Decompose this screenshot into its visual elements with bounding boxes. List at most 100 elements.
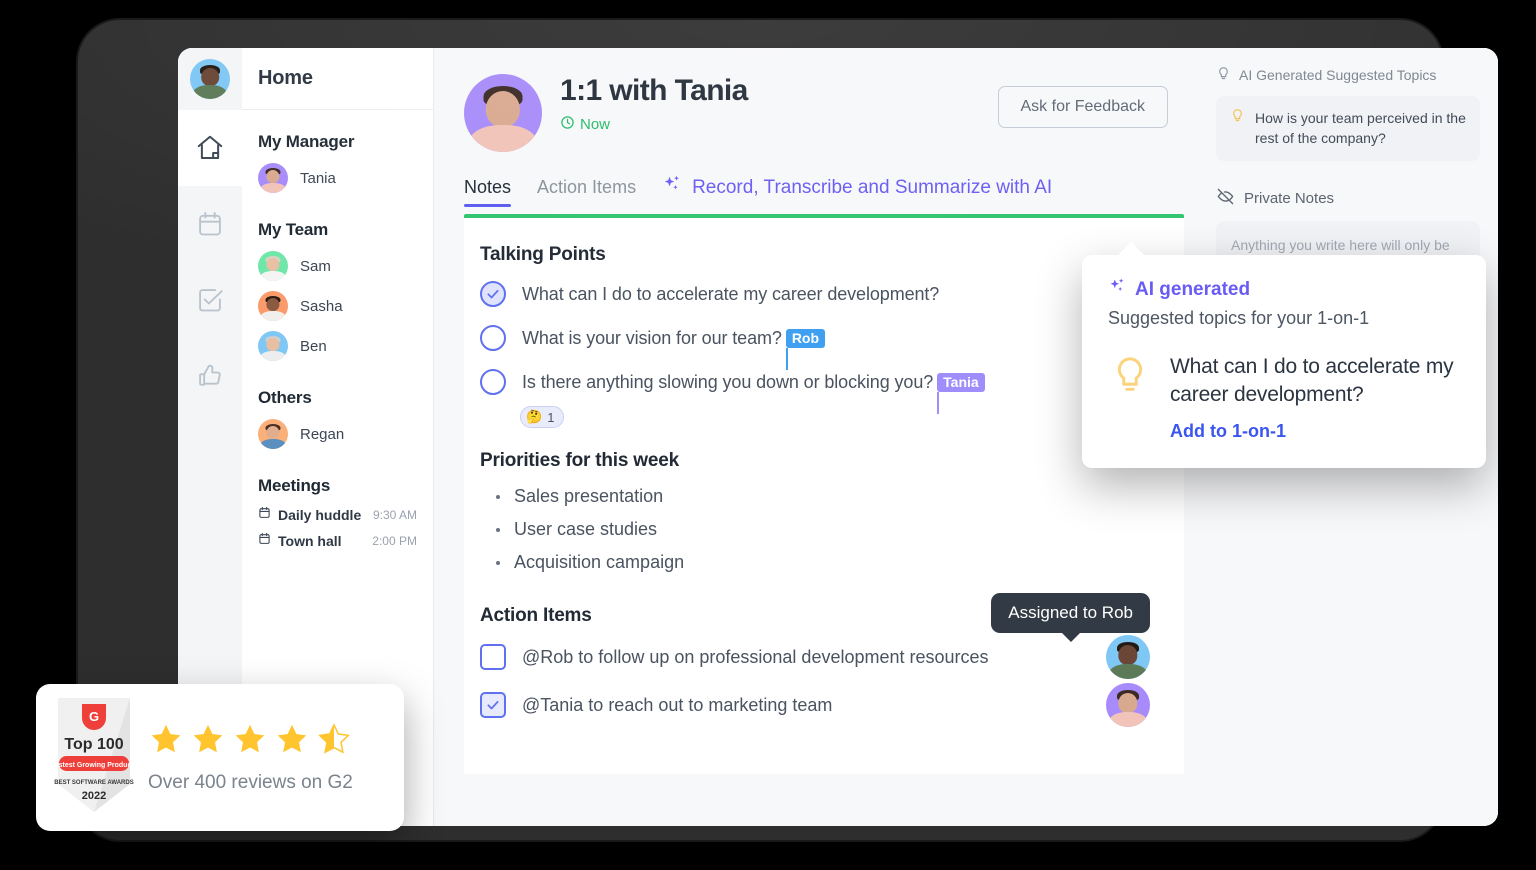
talking-point-checkbox[interactable]: [480, 281, 506, 307]
talking-point-checkbox[interactable]: [480, 325, 506, 351]
list-item[interactable]: Sales presentation: [480, 480, 1160, 513]
cursor-label: Tania: [937, 372, 985, 392]
sidebar-person-sam[interactable]: Sam: [258, 246, 433, 286]
sidebar-person-label: Sasha: [300, 297, 343, 315]
rail-item-home[interactable]: [178, 110, 242, 186]
cursor-label: Rob: [785, 328, 826, 348]
lightbulb-icon: [1108, 353, 1152, 402]
ai-suggestion-item[interactable]: How is your team perceived in the rest o…: [1216, 96, 1480, 161]
meeting-label: Town hall: [278, 533, 342, 549]
action-item-text: @Tania to reach out to marketing team: [522, 694, 833, 715]
record-transcribe-ai-link[interactable]: Record, Transcribe and Summarize with AI: [662, 174, 1052, 210]
reaction-count: 1: [547, 409, 555, 425]
lightbulb-icon: [1230, 108, 1245, 149]
status-label: Now: [580, 116, 611, 133]
sidebar-section-title: Meetings: [258, 476, 331, 495]
priority-text: Sales presentation: [514, 486, 664, 506]
collaborator-cursor-tania: Tania: [937, 372, 985, 414]
talking-point-text: Is there anything slowing you down or bl…: [522, 371, 934, 392]
sidebar-person-label: Ben: [300, 337, 327, 355]
add-to-1on1-button[interactable]: Add to 1-on-1: [1170, 421, 1460, 442]
g2-badge: G Top 100 Fastest Growing Products BEST …: [50, 696, 138, 819]
meeting-avatar: [464, 74, 542, 152]
sidebar-person-regan[interactable]: Regan: [258, 414, 433, 454]
ai-suggestion-popover: AI generated Suggested topics for your 1…: [1082, 241, 1486, 469]
action-item-row[interactable]: @Tania to reach out to marketing team: [480, 681, 1160, 729]
sidebar-person-label: Tania: [300, 169, 336, 187]
rail-item-calendar[interactable]: [178, 186, 242, 262]
star-half-icon: [316, 721, 352, 762]
popover-question: What can I do to accelerate my career de…: [1170, 355, 1454, 406]
meeting-label: Daily huddle: [278, 507, 362, 523]
ai-link-label: Record, Transcribe and Summarize with AI: [692, 176, 1053, 198]
talking-point-row[interactable]: What can I do to accelerate my career de…: [480, 272, 1160, 316]
svg-text:G: G: [89, 709, 99, 724]
rail-item-tasks[interactable]: [178, 262, 242, 338]
list-item[interactable]: Acquisition campaign: [480, 546, 1160, 579]
avatar[interactable]: [1106, 635, 1150, 679]
sidebar-person-ben[interactable]: Ben: [258, 326, 433, 366]
ai-suggested-topics-header: AI Generated Suggested Topics: [1216, 66, 1480, 84]
sidebar-section-title: Others: [258, 388, 312, 407]
sidebar-meeting-daily-huddle[interactable]: Daily huddle 9:30 AM: [258, 502, 433, 528]
action-item-checkbox[interactable]: [480, 644, 506, 670]
rail-item-recognition[interactable]: [178, 338, 242, 414]
assigned-tooltip: Assigned to Rob: [991, 593, 1150, 633]
sidebar-meeting-town-hall[interactable]: Town hall 2:00 PM: [258, 528, 433, 554]
talking-point-text: What can I do to accelerate my career de…: [522, 283, 940, 304]
ask-for-feedback-button[interactable]: Ask for Feedback: [997, 86, 1168, 128]
popover-subtitle: Suggested topics for your 1-on-1: [1108, 308, 1370, 328]
notes-card: Talking Points What can I do to accelera…: [464, 214, 1184, 774]
private-notes-title: Private Notes: [1244, 189, 1335, 207]
g2-badge-ribbon: Fastest Growing Products: [54, 762, 134, 769]
avatar: [258, 291, 288, 321]
action-item-text: @Rob to follow up on professional develo…: [522, 646, 989, 667]
rail-user-avatar[interactable]: [178, 48, 242, 110]
g2-badge-sub: BEST SOFTWARE AWARDS: [54, 780, 133, 786]
talking-point-row[interactable]: Is there anything slowing you down or bl…: [480, 360, 1160, 414]
sidebar-person-sasha[interactable]: Sasha: [258, 286, 433, 326]
page-title: 1:1 with Tania: [560, 74, 748, 107]
talking-point-row[interactable]: What is your vision for our team? Rob: [480, 316, 1160, 370]
sidebar-section-title: My Team: [258, 220, 329, 239]
avatar: [258, 251, 288, 281]
talking-point-text: What is your vision for our team?: [522, 327, 782, 348]
tab-action-items[interactable]: Action Items: [537, 177, 636, 207]
home-icon: [195, 133, 225, 163]
avatar[interactable]: [1106, 683, 1150, 727]
star-rating: [148, 721, 386, 762]
sidebar-person-label: Sam: [300, 257, 331, 275]
tasks-icon: [196, 286, 224, 314]
g2-review-card: G Top 100 Fastest Growing Products BEST …: [36, 684, 404, 831]
thinking-face-emoji: 🤔: [526, 409, 543, 424]
sidebar-section-meetings: Meetings Daily huddle 9:30 AM Town hall …: [242, 454, 433, 554]
talking-point-checkbox[interactable]: [480, 369, 506, 395]
priorities-heading: Priorities for this week: [480, 450, 679, 471]
tab-notes[interactable]: Notes: [464, 177, 512, 207]
action-item-row[interactable]: @Rob to follow up on professional develo…: [480, 593, 1160, 681]
priorities-list: Sales presentation User case studies Acq…: [480, 480, 1160, 579]
sidebar-person-label: Regan: [300, 425, 345, 443]
star-icon: [148, 721, 184, 762]
talking-points-list: What can I do to accelerate my career de…: [480, 272, 1160, 428]
sidebar-section-title: My Manager: [258, 132, 355, 151]
g2-badge-year: 2022: [82, 790, 106, 802]
reaction-badge[interactable]: 🤔 1: [520, 406, 565, 428]
avatar: [258, 331, 288, 361]
calendar-icon: [196, 210, 224, 238]
ai-generated-badge: AI generated: [1108, 277, 1460, 302]
calendar-icon: [258, 532, 271, 550]
star-icon: [274, 721, 310, 762]
calendar-icon: [258, 506, 271, 524]
list-item[interactable]: User case studies: [480, 513, 1160, 546]
action-items-list: @Rob to follow up on professional develo…: [480, 593, 1160, 729]
action-item-checkbox[interactable]: [480, 692, 506, 718]
sidebar-person-tania[interactable]: Tania: [258, 158, 433, 198]
eye-off-icon: [1216, 187, 1235, 210]
screenshot-stage: Home My Manager Tania My Team Sam Sasha …: [0, 0, 1536, 870]
private-notes-header: Private Notes: [1216, 187, 1480, 210]
sidebar-section-my-team: My Team Sam Sasha Ben: [242, 198, 433, 366]
lightbulb-icon: [1216, 66, 1231, 84]
talking-points-heading: Talking Points: [480, 244, 606, 265]
sidebar-item-home[interactable]: Home: [242, 48, 433, 110]
